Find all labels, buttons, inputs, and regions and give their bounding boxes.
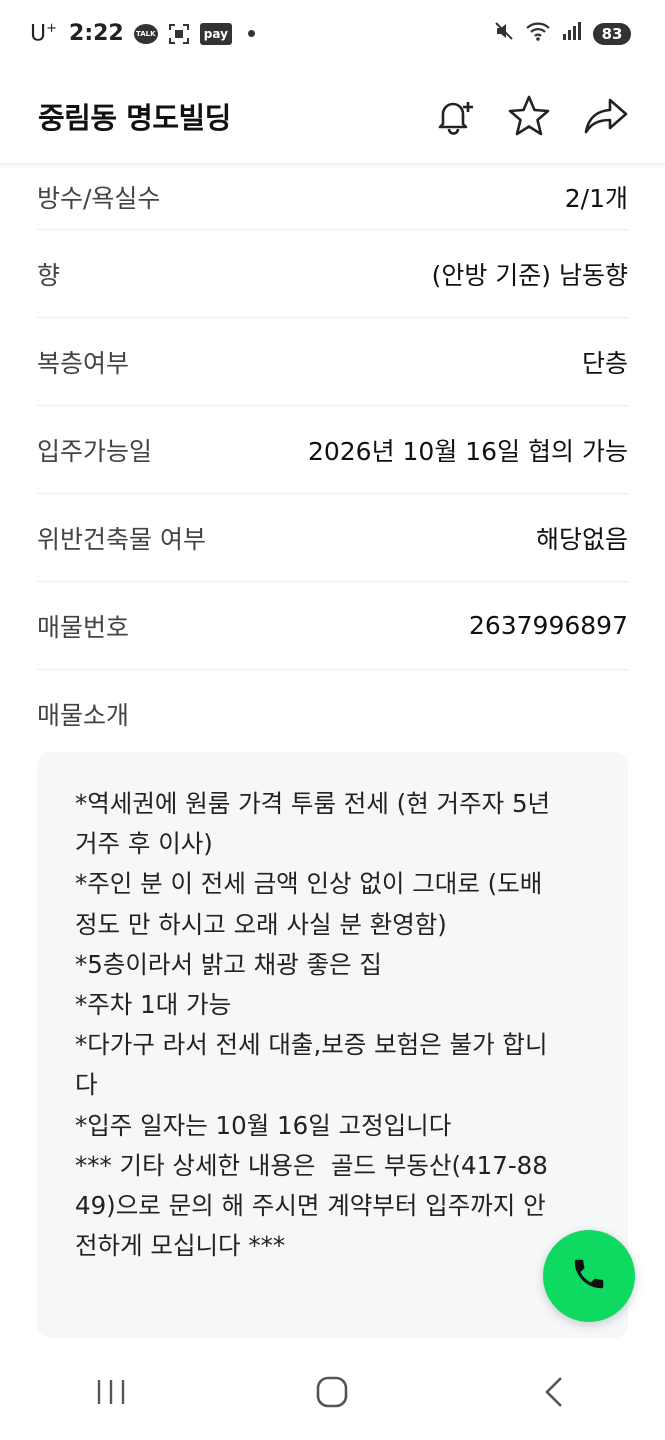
description-line: *입주 일자는 10월 16일 고정입니다 xyxy=(75,1110,452,1140)
system-nav-bar xyxy=(0,1348,665,1440)
detail-row: 향 (안방 기준) 남동향 xyxy=(37,230,628,318)
detail-value: 2637996897 xyxy=(468,611,628,640)
intro-label: 매물소개 xyxy=(37,701,130,730)
description-line: *** 기타 상세한 내용은 골드 부동산(417-88 xyxy=(75,1150,548,1180)
status-time: 2:22 xyxy=(69,21,124,47)
scan-icon xyxy=(168,23,190,45)
home-button[interactable] xyxy=(287,1364,377,1424)
back-icon xyxy=(542,1375,566,1413)
kakaotalk-icon: TALK xyxy=(133,23,158,44)
property-details: 방수/욕실수 2/1개 향 (안방 기준) 남동향 복층여부 단층 입주가능일 … xyxy=(37,164,628,758)
home-icon xyxy=(315,1375,349,1413)
dot-icon xyxy=(247,30,255,38)
detail-row: 복층여부 단층 xyxy=(37,318,628,406)
description-line: *5층이라서 밝고 채광 좋은 집 xyxy=(75,949,382,979)
pay-icon: pay xyxy=(199,22,232,45)
detail-label: 위반건축물 여부 xyxy=(37,524,206,554)
description-line: 49)으로 문의 해 주시면 계약부터 입주까지 안 xyxy=(75,1191,546,1221)
detail-row: 위반건축물 여부 해당없음 xyxy=(37,494,628,582)
wifi-icon xyxy=(525,20,551,48)
detail-value: 단층 xyxy=(581,348,628,378)
detail-value: (안방 기준) 남동향 xyxy=(431,260,628,290)
share-icon[interactable] xyxy=(583,95,629,137)
call-button[interactable] xyxy=(543,1230,635,1322)
detail-row: 입주가능일 2026년 10월 16일 협의 가능 xyxy=(37,406,628,494)
description-line: 정도 만 하시고 오래 사실 분 환영함) xyxy=(75,909,447,939)
description-line: *다가구 라서 전세 대출,보증 보험은 불가 합니 xyxy=(75,1030,548,1060)
description-line: 다 xyxy=(75,1070,98,1100)
back-button[interactable] xyxy=(509,1364,599,1424)
detail-value: 2/1개 xyxy=(564,183,628,213)
recent-apps-button[interactable] xyxy=(66,1364,156,1424)
phone-icon xyxy=(570,1255,608,1297)
detail-row: 방수/욕실수 2/1개 xyxy=(37,164,628,230)
detail-label: 방수/욕실수 xyxy=(37,183,161,213)
description-line: *역세권에 원룸 가격 투룸 전세 (현 거주자 5년 xyxy=(75,789,551,818)
bell-plus-icon[interactable] xyxy=(433,95,475,137)
intro-header-row: 매물소개 xyxy=(37,670,628,758)
recent-apps-icon xyxy=(94,1377,128,1411)
signal-icon xyxy=(561,20,583,48)
description-line: 거주 후 이사) xyxy=(75,829,213,859)
star-icon[interactable] xyxy=(507,94,551,138)
detail-value: 2026년 10월 16일 협의 가능 xyxy=(307,436,628,466)
property-description: *역세권에 원룸 가격 투룸 전세 (현 거주자 5년 거주 후 이사) *주인… xyxy=(37,752,628,1338)
detail-row: 매물번호 2637996897 xyxy=(37,582,628,670)
detail-label: 매물번호 xyxy=(37,612,130,642)
description-line: *주인 분 이 전세 금액 인상 없이 그대로 (도배 xyxy=(75,869,543,899)
detail-label: 향 xyxy=(37,260,61,290)
page-title: 중림동 명도빌딩 xyxy=(38,100,231,135)
carrier-label: U+ xyxy=(30,21,58,47)
battery-icon: 83 xyxy=(593,23,631,45)
detail-value: 해당없음 xyxy=(535,524,628,554)
description-line: *주차 1대 가능 xyxy=(75,990,232,1020)
detail-label: 입주가능일 xyxy=(37,436,153,466)
app-header: 중림동 명도빌딩 xyxy=(0,68,665,164)
description-line: 전하게 모십니다 *** xyxy=(75,1231,286,1261)
mute-icon xyxy=(493,20,515,48)
status-bar: U+ 2:22 TALK pay 83 xyxy=(0,0,665,68)
detail-label: 복층여부 xyxy=(37,348,130,378)
